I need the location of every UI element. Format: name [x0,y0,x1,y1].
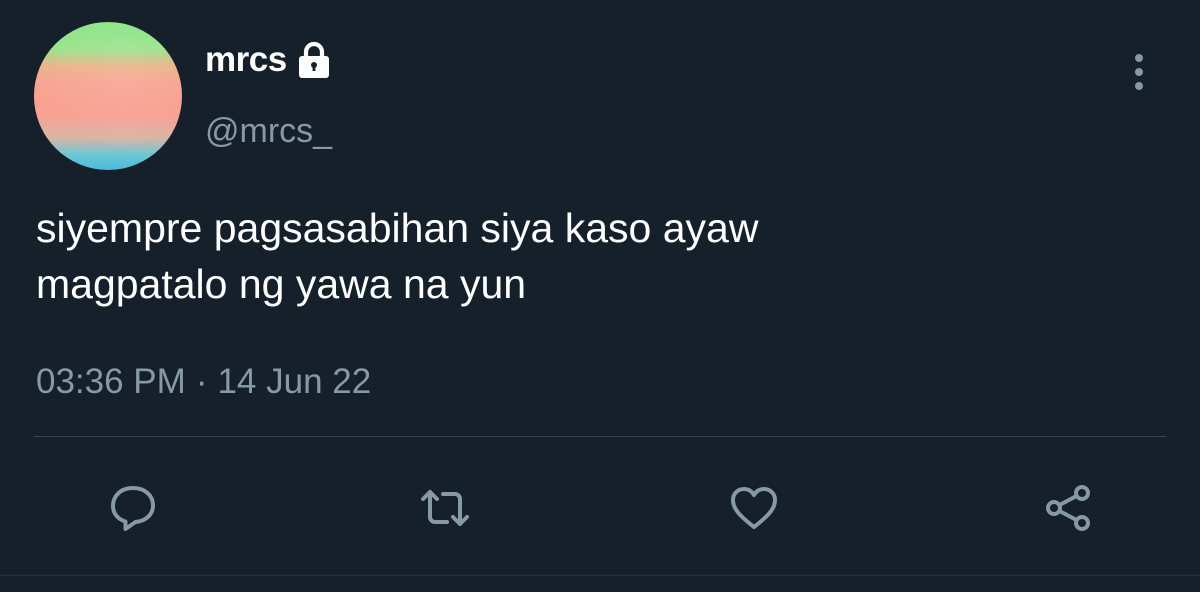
timestamp-separator: · [195,362,208,401]
reply-icon [111,486,155,531]
tweet-timestamp[interactable]: 03:36 PM · 14 Jun 22 [36,362,371,402]
retweet-button[interactable] [417,480,473,536]
like-button[interactable] [726,480,782,536]
avatar[interactable] [34,22,182,170]
divider [34,436,1166,437]
tweet-card: mrcs @mrcs_ siyempre pagsasabihan siya k… [0,0,1200,592]
lock-icon [295,40,333,80]
more-vertical-icon[interactable] [1126,52,1152,92]
share-icon [1046,485,1090,531]
display-name[interactable]: mrcs [205,40,287,80]
divider [0,575,1200,576]
retweet-icon [421,490,469,526]
tweet-text-line: siyempre pagsasabihan siya kaso ayaw [36,205,759,251]
tweet-text-line: magpatalo ng yawa na yun [36,261,527,307]
user-name-row: mrcs [205,40,333,80]
tweet-date: 14 Jun 22 [217,362,372,401]
reply-button[interactable] [105,480,161,536]
share-button[interactable] [1040,480,1096,536]
tweet-text: siyempre pagsasabihan siya kaso ayaw mag… [36,200,1136,312]
tweet-time: 03:36 PM [36,362,186,401]
user-handle[interactable]: @mrcs_ [205,112,332,151]
heart-icon [731,487,777,529]
